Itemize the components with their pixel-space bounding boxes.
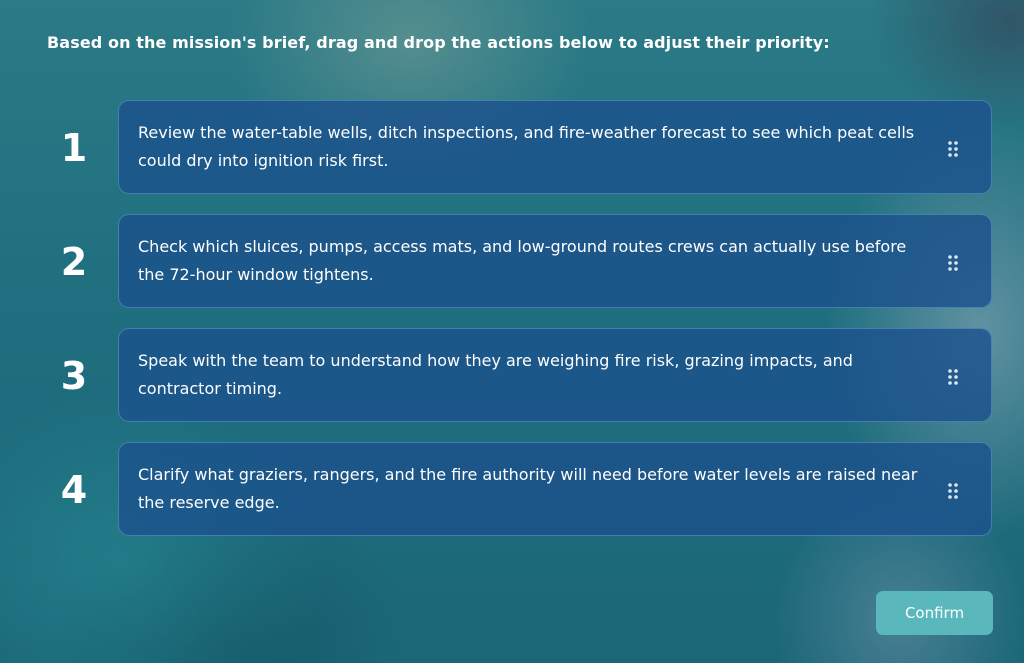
priority-sorting-panel: Based on the mission's brief, drag and d…	[0, 0, 1024, 663]
action-text: Clarify what graziers, rangers, and the …	[138, 465, 918, 512]
drag-handle-icon[interactable]	[947, 368, 959, 386]
priority-row-3: 3 Speak with the team to understand how …	[0, 328, 1024, 424]
action-text: Review the water-table wells, ditch insp…	[138, 123, 915, 170]
priority-number: 3	[60, 354, 88, 398]
drag-handle-icon[interactable]	[947, 254, 959, 272]
instruction-heading: Based on the mission's brief, drag and d…	[47, 33, 830, 52]
action-card[interactable]: Review the water-table wells, ditch insp…	[118, 100, 992, 194]
drag-handle-icon[interactable]	[947, 482, 959, 500]
priority-number: 2	[60, 240, 88, 284]
action-text: Speak with the team to understand how th…	[138, 351, 853, 398]
priority-row-4: 4 Clarify what graziers, rangers, and th…	[0, 442, 1024, 538]
action-card[interactable]: Speak with the team to understand how th…	[118, 328, 992, 422]
action-text: Check which sluices, pumps, access mats,…	[138, 237, 907, 284]
action-card[interactable]: Clarify what graziers, rangers, and the …	[118, 442, 992, 536]
drag-handle-icon[interactable]	[947, 140, 959, 158]
priority-number: 4	[60, 468, 88, 512]
confirm-button[interactable]: Confirm	[876, 591, 993, 635]
priority-row-1: 1 Review the water-table wells, ditch in…	[0, 100, 1024, 196]
action-card[interactable]: Check which sluices, pumps, access mats,…	[118, 214, 992, 308]
priority-row-2: 2 Check which sluices, pumps, access mat…	[0, 214, 1024, 310]
priority-number: 1	[60, 126, 88, 170]
